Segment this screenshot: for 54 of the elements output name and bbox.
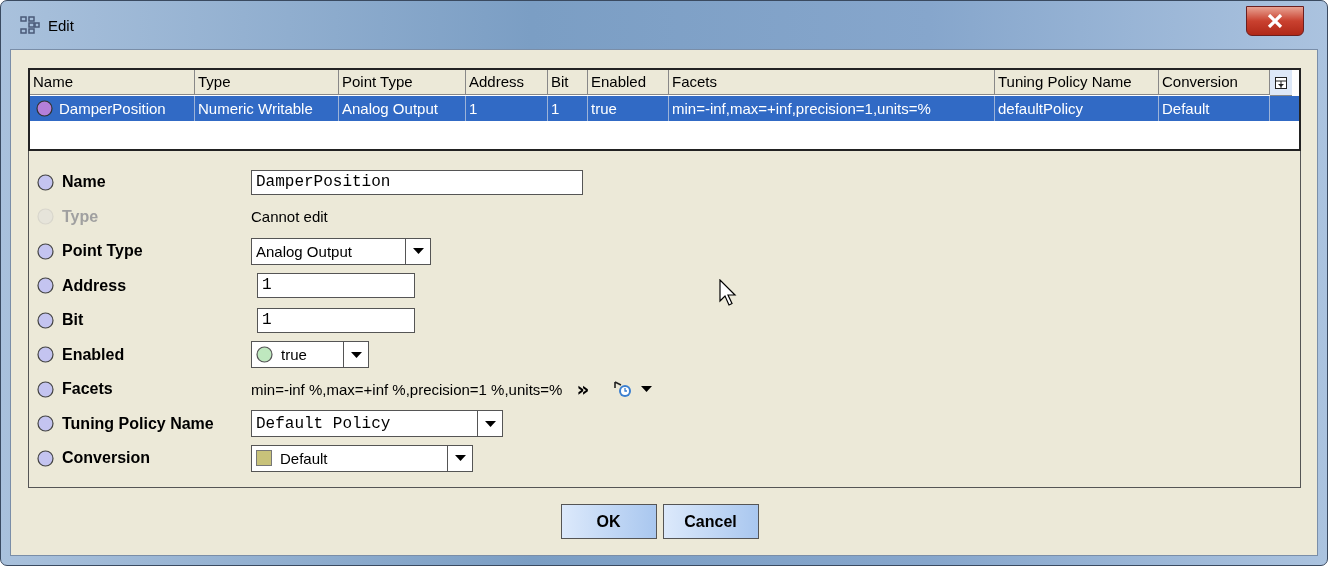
dropdown[interactable]: true: [251, 341, 369, 369]
table-cell: Default: [1162, 100, 1210, 117]
field-label: Facets: [62, 380, 113, 399]
field-label: Name: [62, 173, 106, 192]
field-label: Bit: [62, 311, 84, 330]
history-clock-icon[interactable]: [613, 380, 634, 399]
column-header[interactable]: Facets: [669, 70, 995, 95]
table-cell: defaultPolicy: [998, 100, 1084, 117]
table-cell: DamperPosition: [59, 100, 166, 117]
grid-icon: [20, 16, 40, 34]
more-button[interactable]: »: [576, 377, 590, 402]
field-value: Cannot edit: [251, 208, 328, 226]
dropdown[interactable]: Analog Output: [251, 237, 431, 265]
column-header[interactable]: Point Type: [339, 70, 466, 95]
field-value: min=-inf %,max=+inf %,precision=1 %,units=%: [251, 380, 563, 398]
dropdown[interactable]: Default Policy: [251, 410, 503, 438]
field-label: Tuning Policy Name: [62, 414, 214, 433]
mouse-cursor-icon: [719, 279, 739, 307]
field-label: Point Type: [62, 242, 143, 261]
field-label: Enabled: [62, 345, 125, 364]
dialog-button[interactable]: Cancel: [662, 504, 759, 539]
column-chooser-icon[interactable]: [1270, 70, 1292, 96]
dropdown-caret-icon: [412, 248, 424, 255]
text-field[interactable]: 1: [257, 307, 415, 333]
table-cell: 1: [551, 100, 560, 117]
table-cell: min=-inf,max=+inf,precision=1,units=%: [672, 100, 931, 117]
dialog-button[interactable]: OK: [560, 504, 657, 539]
status-dot-icon: [256, 346, 273, 364]
column-header[interactable]: Name: [30, 70, 195, 95]
dropdown-caret-icon: [350, 351, 362, 358]
table-cell: true: [591, 100, 617, 117]
table-cell: Analog Output: [342, 100, 438, 117]
text-field[interactable]: DamperPosition: [251, 169, 583, 195]
column-header[interactable]: Conversion: [1159, 70, 1270, 95]
field-label: Address: [62, 276, 127, 295]
column-header[interactable]: Enabled: [588, 70, 669, 95]
table-cell: Numeric Writable: [198, 100, 313, 117]
text-field[interactable]: 1: [257, 273, 415, 299]
window-title: Edit: [48, 16, 74, 34]
column-header[interactable]: Tuning Policy Name: [995, 70, 1159, 95]
dropdown-caret-icon: [454, 455, 466, 462]
field-label: Conversion: [62, 449, 150, 468]
point-icon: [36, 100, 53, 117]
table-row[interactable]: DamperPosition Numeric Writable Analog Output 1 1 true min=-inf,max=+inf,precision=1,units=% defaultPolicy Default: [30, 96, 1299, 121]
dropdown[interactable]: Default: [251, 444, 473, 472]
table-cell: 1: [469, 100, 478, 117]
column-header[interactable]: Type: [195, 70, 339, 95]
column-header[interactable]: Address: [466, 70, 548, 95]
column-header[interactable]: Bit: [548, 70, 588, 95]
dropdown-caret-icon: [641, 386, 653, 393]
dropdown-caret-icon: [484, 420, 496, 427]
field-label: Type: [62, 207, 99, 226]
close-button[interactable]: [1246, 6, 1304, 36]
close-icon: [1267, 14, 1283, 28]
